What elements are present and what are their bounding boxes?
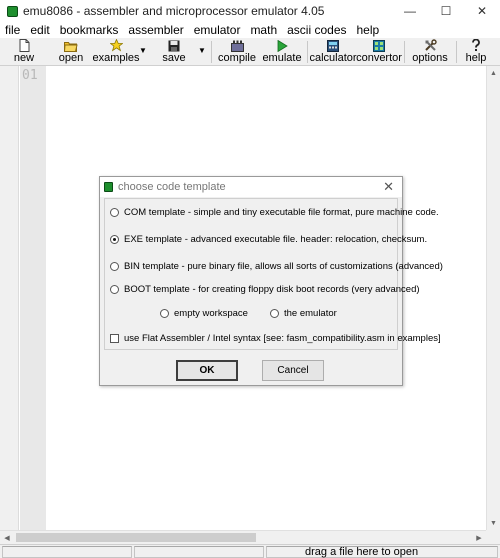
- menu-bar: file edit bookmarks assembler emulator m…: [0, 22, 500, 38]
- dialog-title-bar: choose code template ✕: [100, 177, 402, 197]
- open-folder-icon: [64, 39, 78, 52]
- editor-left-margin: [0, 66, 19, 530]
- emulate-button[interactable]: emulate: [262, 38, 302, 65]
- minimize-button[interactable]: —: [392, 0, 428, 22]
- radio-empty-workspace[interactable]: [160, 309, 169, 318]
- calculator-button[interactable]: calculator: [309, 38, 357, 65]
- calculator-icon: [326, 39, 340, 52]
- radio-com[interactable]: [110, 208, 119, 217]
- option-boot-template[interactable]: BOOT template - for creating floppy disk…: [110, 284, 420, 295]
- horizontal-scrollbar[interactable]: ◀ ▶: [0, 530, 486, 544]
- vertical-scrollbar[interactable]: ▲ ▼: [486, 66, 500, 530]
- status-text: drag a file here to open: [305, 546, 419, 558]
- save-button[interactable]: save: [160, 38, 188, 65]
- convertor-button[interactable]: convertor: [356, 38, 402, 65]
- close-button[interactable]: ✕: [464, 0, 500, 22]
- menu-edit[interactable]: edit: [25, 23, 54, 37]
- window-controls: — ☐ ✕: [392, 0, 500, 22]
- option-exe-template[interactable]: EXE template - advanced executable file.…: [110, 234, 427, 245]
- window-title: emu8086 - assembler and microprocessor e…: [23, 4, 325, 18]
- close-icon[interactable]: ✕: [383, 179, 394, 195]
- menu-bookmarks[interactable]: bookmarks: [55, 23, 124, 37]
- toolbar-separator: [307, 41, 308, 63]
- scroll-left-arrow-icon[interactable]: ◀: [0, 531, 14, 544]
- menu-emulator[interactable]: emulator: [189, 23, 246, 37]
- toolbar-separator: [404, 41, 405, 63]
- line-number: 01: [22, 68, 38, 83]
- radio-exe[interactable]: [110, 235, 119, 244]
- floppy-disk-icon: [167, 39, 181, 52]
- fasm-checkbox[interactable]: [110, 334, 119, 343]
- new-button[interactable]: new: [8, 38, 40, 65]
- open-button[interactable]: open: [54, 38, 88, 65]
- radio-bin[interactable]: [110, 262, 119, 271]
- option-bin-template[interactable]: BIN template - pure binary file, allows …: [110, 261, 443, 272]
- menu-ascii-codes[interactable]: ascii codes: [282, 23, 351, 37]
- toolbar-separator: [211, 41, 212, 63]
- compile-icon: [230, 39, 244, 52]
- question-icon: [469, 39, 483, 52]
- status-cell: [2, 546, 132, 558]
- maximize-button[interactable]: ☐: [428, 0, 464, 22]
- option-empty-workspace[interactable]: empty workspace: [160, 308, 248, 319]
- convertor-icon: [372, 39, 386, 52]
- chevron-down-icon: ▼: [139, 45, 147, 55]
- option-the-emulator[interactable]: the emulator: [270, 308, 337, 319]
- close-icon: ✕: [476, 4, 488, 18]
- option-fasm-syntax[interactable]: use Flat Assembler / Intel syntax [see: …: [110, 333, 441, 344]
- scroll-up-arrow-icon[interactable]: ▲: [487, 66, 500, 80]
- menu-help[interactable]: help: [352, 23, 385, 37]
- options-button[interactable]: options: [410, 38, 450, 65]
- examples-button[interactable]: examples: [92, 38, 140, 65]
- horizontal-scroll-thumb[interactable]: [16, 533, 256, 542]
- compile-button[interactable]: compile: [218, 38, 256, 65]
- emu8086-app-icon: [7, 5, 18, 17]
- tools-icon: [423, 39, 437, 52]
- radio-the-emulator[interactable]: [270, 309, 279, 318]
- scroll-corner: [486, 530, 500, 544]
- new-file-icon: [17, 39, 31, 52]
- status-cell: [134, 546, 264, 558]
- template-options-group: [104, 198, 398, 350]
- line-number-gutter: [20, 66, 46, 530]
- maximize-icon: ☐: [440, 4, 452, 18]
- menu-file[interactable]: file: [0, 23, 25, 37]
- scroll-down-arrow-icon[interactable]: ▼: [487, 516, 500, 530]
- ok-button[interactable]: OK: [176, 360, 238, 381]
- chevron-down-icon: ▼: [198, 45, 206, 55]
- star-icon: [109, 39, 123, 52]
- status-bar: drag a file here to open: [0, 544, 500, 558]
- cancel-button[interactable]: Cancel: [262, 360, 324, 381]
- menu-math[interactable]: math: [245, 23, 282, 37]
- title-bar: emu8086 - assembler and microprocessor e…: [0, 0, 500, 22]
- play-icon: [275, 39, 289, 52]
- app-window: emu8086 - assembler and microprocessor e…: [0, 0, 500, 558]
- radio-boot[interactable]: [110, 285, 119, 294]
- toolbar: new open examples ▼ save ▼ compile emula…: [0, 38, 500, 66]
- help-button[interactable]: help: [462, 38, 490, 65]
- save-dropdown[interactable]: ▼: [197, 44, 207, 56]
- menu-assembler[interactable]: assembler: [123, 23, 188, 37]
- toolbar-separator: [456, 41, 457, 63]
- option-com-template[interactable]: COM template - simple and tiny executabl…: [110, 207, 439, 218]
- emu8086-app-icon: [104, 182, 113, 192]
- examples-dropdown[interactable]: ▼: [138, 44, 148, 56]
- dialog-title: choose code template: [118, 181, 226, 193]
- scroll-right-arrow-icon[interactable]: ▶: [472, 531, 486, 544]
- minimize-icon: —: [404, 4, 416, 18]
